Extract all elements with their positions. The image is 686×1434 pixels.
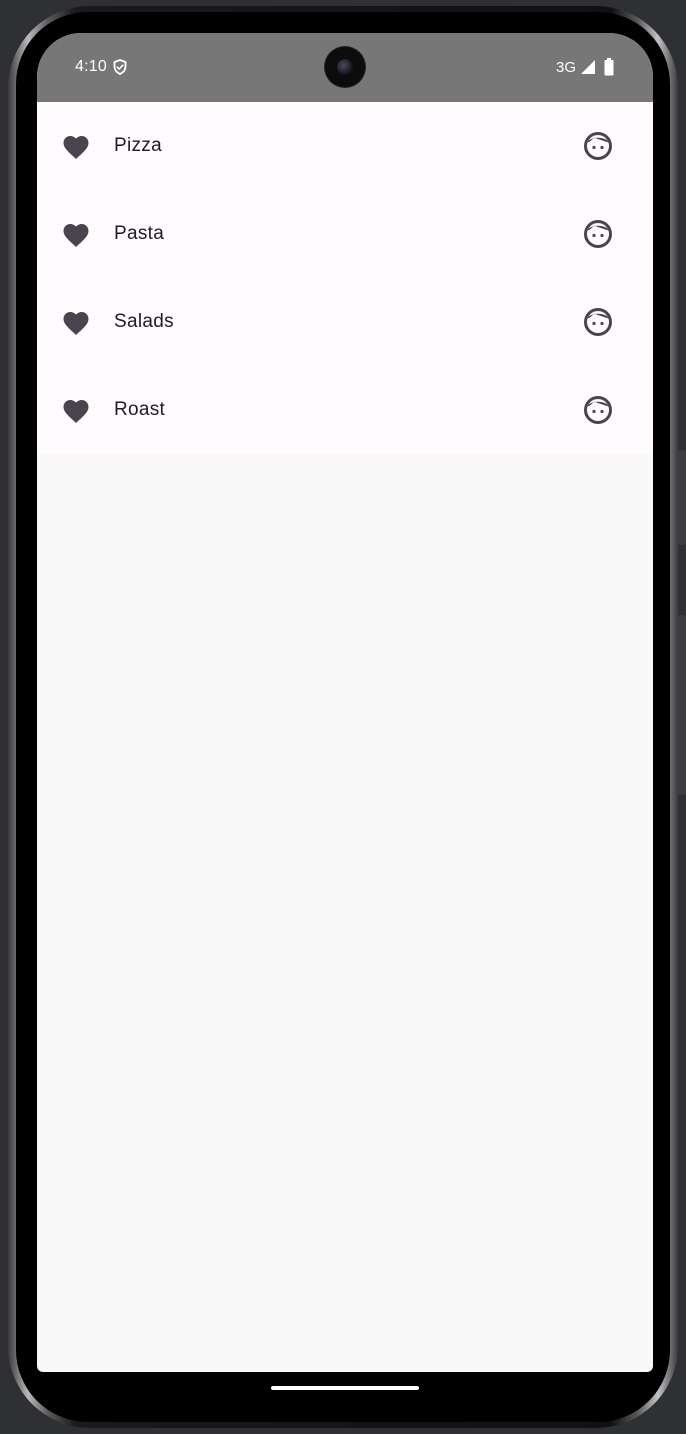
list-item[interactable]: Pasta [37,190,653,278]
screen: 4:10 3G Pizza Pasta Salads Roast [37,33,653,1372]
heart-icon[interactable] [61,220,91,248]
home-indicator[interactable] [271,1386,419,1390]
list-item-label: Roast [114,399,166,420]
face-icon[interactable] [582,306,614,338]
heart-icon[interactable] [61,132,91,160]
status-bar: 4:10 3G [37,33,653,102]
signal-icon [580,59,596,80]
list-item[interactable]: Salads [37,278,653,366]
volume-button [678,450,686,545]
heart-icon[interactable] [61,396,91,424]
front-camera [325,47,365,87]
network-type: 3G [556,59,577,76]
face-icon[interactable] [582,218,614,250]
face-icon[interactable] [582,394,614,426]
face-icon[interactable] [582,130,614,162]
list-item-label: Salads [114,311,174,332]
status-time: 4:10 [75,58,107,75]
navigation-bar [37,1372,653,1412]
device-frame: 4:10 3G Pizza Pasta Salads Roast [0,0,686,1434]
food-list: Pizza Pasta Salads Roast [37,102,653,454]
list-item[interactable]: Roast [37,366,653,454]
shield-icon [113,59,127,80]
list-item[interactable]: Pizza [37,102,653,190]
list-item-label: Pizza [114,135,162,156]
battery-icon [604,58,614,81]
heart-icon[interactable] [61,308,91,336]
list-item-label: Pasta [114,223,165,244]
power-button [678,615,686,795]
